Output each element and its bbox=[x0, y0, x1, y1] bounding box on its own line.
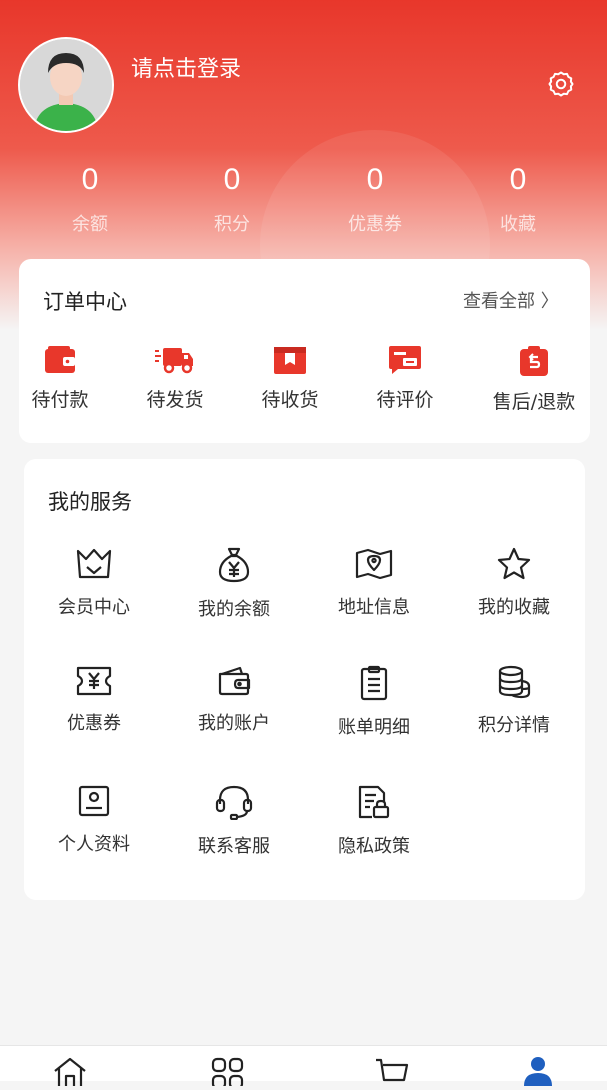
cart-icon bbox=[376, 1058, 409, 1082]
service-contact-support[interactable]: 联系客服 bbox=[164, 784, 304, 858]
stat-value: 0 bbox=[509, 163, 527, 196]
tab-category[interactable] bbox=[210, 1056, 250, 1090]
order-pending-payment[interactable]: 待付款 bbox=[5, 345, 115, 412]
order-label: 待付款 bbox=[31, 389, 89, 411]
order-center-card: 订单中心 查看全部 〉 待付款 待发货 待收货 待评价 售后/退款 bbox=[19, 259, 590, 443]
service-bill-details[interactable]: 账单明细 bbox=[304, 665, 444, 739]
service-label: 我的账户 bbox=[198, 713, 270, 734]
crown-icon bbox=[76, 548, 112, 579]
service-label: 隐私政策 bbox=[338, 836, 410, 857]
stat-value: 0 bbox=[366, 163, 384, 196]
service-personal-profile[interactable]: 个人资料 bbox=[24, 784, 164, 856]
gear-icon[interactable] bbox=[546, 69, 576, 99]
service-label: 我的收藏 bbox=[478, 597, 550, 618]
order-label: 待发货 bbox=[146, 389, 204, 411]
order-pending-shipment[interactable]: 待发货 bbox=[120, 345, 230, 412]
order-label: 待评价 bbox=[376, 389, 434, 411]
clipboard-icon bbox=[360, 665, 388, 701]
bottom-tab-bar bbox=[0, 1045, 607, 1090]
stats-row: 0 余额 0 积分 0 优惠券 0 收藏 bbox=[0, 160, 607, 240]
stat-label: 积分 bbox=[214, 214, 250, 235]
service-points-details[interactable]: 积分详情 bbox=[444, 665, 584, 737]
wallet-icon bbox=[45, 346, 75, 373]
stat-label: 收藏 bbox=[500, 214, 536, 235]
stat-points[interactable]: 0 积分 bbox=[172, 160, 292, 236]
service-privacy-policy[interactable]: 隐私政策 bbox=[304, 784, 444, 858]
user-icon bbox=[524, 1057, 552, 1086]
services-title: 我的服务 bbox=[48, 490, 132, 514]
order-label: 售后/退款 bbox=[492, 391, 576, 413]
order-after-sales[interactable]: 售后/退款 bbox=[479, 345, 589, 414]
tab-cart[interactable] bbox=[374, 1056, 414, 1086]
service-member-center[interactable]: 会员中心 bbox=[24, 547, 164, 619]
money-bag-icon bbox=[218, 547, 250, 583]
service-label: 账单明细 bbox=[338, 717, 410, 738]
service-label: 会员中心 bbox=[58, 597, 130, 618]
order-pending-receipt[interactable]: 待收货 bbox=[235, 345, 345, 412]
headset-icon bbox=[215, 785, 253, 820]
service-label: 地址信息 bbox=[338, 597, 410, 618]
coupon-icon bbox=[76, 666, 112, 696]
order-label: 待收货 bbox=[261, 389, 319, 411]
stat-favorites[interactable]: 0 收藏 bbox=[458, 160, 578, 236]
stat-coupons[interactable]: 0 优惠券 bbox=[315, 160, 435, 236]
package-icon bbox=[274, 347, 306, 374]
wallet-outline-icon bbox=[218, 666, 251, 696]
view-all-orders-link[interactable]: 查看全部 〉 bbox=[463, 287, 559, 313]
stat-label: 余额 bbox=[72, 214, 108, 235]
review-icon bbox=[389, 346, 421, 374]
login-prompt[interactable]: 请点击登录 bbox=[131, 51, 241, 83]
service-label: 个人资料 bbox=[58, 834, 130, 855]
avatar[interactable] bbox=[18, 37, 114, 133]
coins-icon bbox=[498, 665, 531, 699]
tab-profile[interactable] bbox=[520, 1056, 560, 1086]
privacy-doc-icon bbox=[358, 785, 390, 819]
service-label: 优惠券 bbox=[67, 713, 121, 734]
order-center-title: 订单中心 bbox=[43, 290, 127, 314]
tab-home[interactable] bbox=[52, 1056, 92, 1086]
my-services-card: 我的服务 会员中心 我的余额 地址信息 我的收藏 优惠券 我的账户 账单明细 积… bbox=[24, 459, 585, 900]
service-label: 积分详情 bbox=[478, 715, 550, 736]
truck-icon bbox=[155, 348, 193, 374]
stat-label: 优惠券 bbox=[348, 214, 402, 235]
home-icon bbox=[54, 1057, 86, 1086]
id-card-icon bbox=[78, 785, 110, 817]
stat-value: 0 bbox=[223, 163, 241, 196]
service-my-account[interactable]: 我的账户 bbox=[164, 665, 304, 735]
service-label: 我的余额 bbox=[198, 599, 270, 620]
service-coupons[interactable]: 优惠券 bbox=[24, 665, 164, 735]
service-my-balance[interactable]: 我的余额 bbox=[164, 547, 304, 621]
map-icon bbox=[355, 548, 393, 580]
stat-value: 0 bbox=[81, 163, 99, 196]
service-my-favorites[interactable]: 我的收藏 bbox=[444, 547, 584, 619]
stat-balance[interactable]: 0 余额 bbox=[30, 160, 150, 236]
service-address-info[interactable]: 地址信息 bbox=[304, 547, 444, 619]
star-icon bbox=[497, 547, 531, 580]
refund-icon bbox=[520, 346, 548, 376]
order-pending-review[interactable]: 待评价 bbox=[350, 345, 460, 412]
category-icon bbox=[211, 1057, 244, 1090]
service-label: 联系客服 bbox=[198, 836, 270, 857]
avatar-image bbox=[20, 39, 112, 131]
